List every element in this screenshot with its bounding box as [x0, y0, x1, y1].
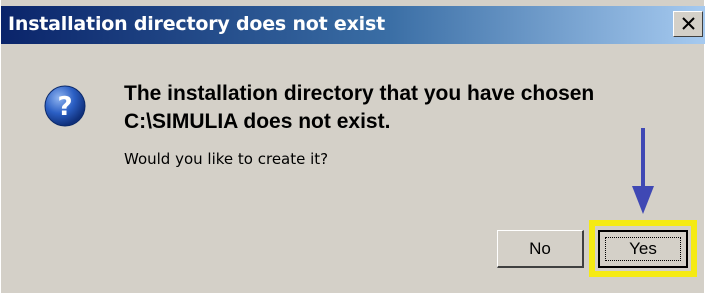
- close-button[interactable]: [673, 11, 703, 37]
- svg-text:?: ?: [57, 92, 72, 122]
- arrow-down-icon: [632, 128, 654, 214]
- question-icon: ?: [44, 85, 86, 127]
- prompt-text: Would you like to create it?: [124, 150, 329, 168]
- message-line-2: C:\SIMULIA does not exist.: [124, 110, 391, 133]
- dialog-title: Installation directory does not exist: [8, 13, 385, 35]
- message-line-1: The installation directory that you have…: [124, 82, 595, 105]
- close-icon: [682, 17, 695, 30]
- highlight-box: [589, 220, 697, 277]
- title-bar[interactable]: Installation directory does not exist: [1, 6, 705, 44]
- no-button[interactable]: No: [497, 230, 584, 268]
- message-text: The installation directory that you have…: [124, 80, 664, 136]
- no-button-label: No: [529, 238, 551, 258]
